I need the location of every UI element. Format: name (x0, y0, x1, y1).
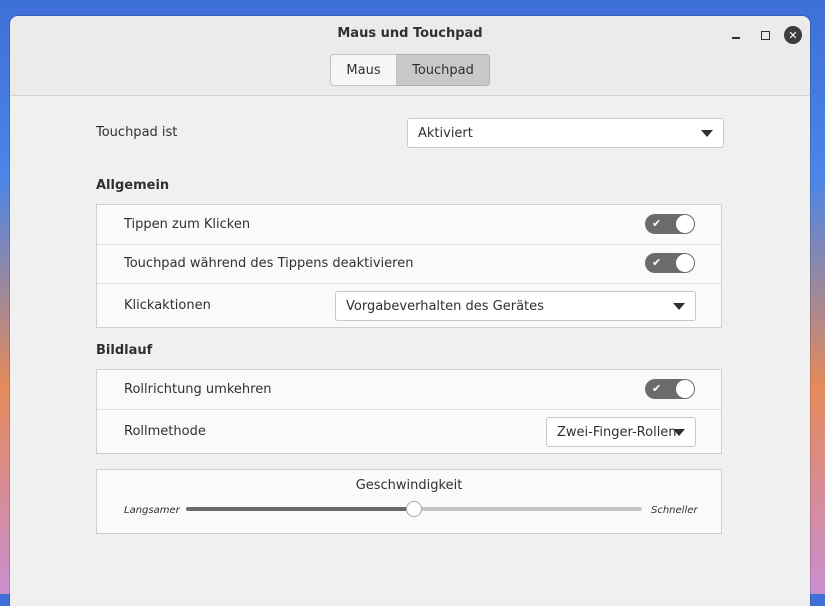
chevron-down-icon (701, 130, 713, 137)
general-frame: Tippen zum Klicken ✔ Touchpad während de… (96, 204, 722, 328)
scroll-method-value: Zwei-Finger-Rollen (557, 424, 677, 440)
click-actions-value: Vorgabeverhalten des Gerätes (346, 298, 544, 314)
window-title: Maus und Touchpad (337, 26, 483, 41)
maximize-icon (760, 30, 770, 40)
check-icon: ✔ (652, 382, 662, 395)
tab-maus[interactable]: Maus (330, 54, 397, 86)
touchpad-state-label: Touchpad ist (96, 125, 178, 140)
maximize-button[interactable] (755, 25, 775, 45)
disable-while-typing-row: Touchpad während des Tippens deaktiviere… (97, 245, 721, 283)
touchpad-state-value: Aktiviert (418, 125, 473, 141)
speed-title: Geschwindigkeit (355, 478, 463, 493)
chevron-down-icon (673, 303, 685, 310)
tap-to-click-label: Tippen zum Klicken (124, 217, 251, 232)
scroll-method-row: Rollmethode Zwei-Finger-Rollen (97, 410, 721, 454)
switch-knob (676, 215, 694, 233)
click-actions-label: Klickaktionen (124, 298, 211, 313)
speed-max-label: Schneller (651, 505, 698, 516)
tap-to-click-row: Tippen zum Klicken ✔ (97, 205, 721, 244)
close-button[interactable]: ✕ (783, 25, 803, 45)
scroll-method-label: Rollmethode (124, 424, 206, 439)
disable-while-typing-label: Touchpad während des Tippens deaktiviere… (124, 256, 414, 271)
click-actions-dropdown[interactable]: Vorgabeverhalten des Gerätes (335, 291, 696, 321)
check-icon: ✔ (652, 217, 662, 230)
disable-while-typing-switch[interactable]: ✔ (645, 253, 695, 273)
section-general-title: Allgemein (96, 178, 170, 193)
reverse-scroll-row: Rollrichtung umkehren ✔ (97, 370, 721, 409)
header-bar: Maus und Touchpad ✕ Maus Touchpad (10, 16, 810, 96)
slider-handle[interactable] (406, 501, 422, 517)
tab-bar: Maus Touchpad (330, 54, 490, 86)
reverse-scroll-switch[interactable]: ✔ (645, 379, 695, 399)
check-icon: ✔ (652, 256, 662, 269)
settings-window: Maus und Touchpad ✕ Maus Touchpad Touchp… (10, 16, 810, 606)
tap-to-click-switch[interactable]: ✔ (645, 214, 695, 234)
slider-fill (186, 507, 414, 511)
close-icon: ✕ (784, 26, 802, 44)
click-actions-row: Klickaktionen Vorgabeverhalten des Gerät… (97, 284, 721, 328)
speed-slider[interactable] (186, 500, 642, 518)
speed-frame: Geschwindigkeit Langsamer Schneller (96, 469, 722, 534)
switch-knob (676, 254, 694, 272)
speed-min-label: Langsamer (124, 505, 180, 516)
scrolling-frame: Rollrichtung umkehren ✔ Rollmethode Zwei… (96, 369, 722, 454)
switch-knob (676, 380, 694, 398)
chevron-down-icon (673, 429, 685, 436)
tab-touchpad[interactable]: Touchpad (397, 54, 490, 86)
touchpad-state-dropdown[interactable]: Aktiviert (407, 118, 724, 148)
section-scrolling-title: Bildlauf (96, 343, 153, 358)
scroll-method-dropdown[interactable]: Zwei-Finger-Rollen (546, 417, 696, 447)
reverse-scroll-label: Rollrichtung umkehren (124, 382, 272, 397)
minimize-icon (732, 37, 740, 39)
minimize-button[interactable] (726, 25, 746, 45)
